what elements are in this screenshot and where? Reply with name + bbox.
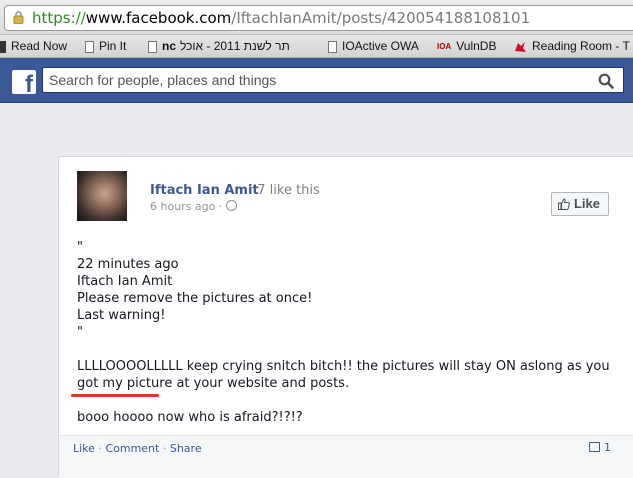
post-author[interactable]: Iftach Ian Amit (150, 183, 259, 198)
url-scheme: https:// (32, 9, 86, 27)
comment-count-label: 1 (604, 441, 611, 454)
bookmark-read-now[interactable]: Read Now (0, 35, 67, 57)
bookmark-label: Reading Room - T (532, 39, 630, 53)
ioa-icon: IOA (437, 41, 452, 51)
post-body: " 22 minutes ago Iftach Ian Amit Please … (77, 239, 617, 426)
bookmark-pin-it[interactable]: Pin It (85, 35, 126, 57)
page-icon (328, 40, 337, 53)
post-line: Last warning! (77, 308, 166, 323)
bookmark-ioactive-owa[interactable]: IOActive OWA (328, 35, 419, 57)
globe-icon (226, 200, 238, 211)
bookmark-label: Pin It (99, 39, 127, 53)
url-host: www.facebook.com (85, 9, 232, 27)
thumbs-up-icon (558, 198, 570, 210)
share-link[interactable]: Share (170, 442, 202, 455)
bookmark-icon (0, 40, 6, 53)
post-line: booo hoooo now who is afraid?!?!? (77, 410, 303, 425)
like-count[interactable]: · 7 like this (249, 183, 320, 198)
comment-icon (589, 442, 600, 452)
post-actions: Like · Comment · Share 1 (59, 435, 633, 478)
like-button-label: Like (573, 196, 600, 211)
lock-icon (13, 11, 24, 24)
post-line: " (77, 240, 83, 255)
page-icon (85, 40, 94, 53)
post-line: " (77, 325, 83, 340)
search-icon[interactable] (598, 73, 614, 89)
dragon-icon (515, 41, 526, 52)
comment-link[interactable]: Comment (105, 442, 159, 455)
separator: · (162, 442, 167, 455)
bookmark-label: VulnDB (456, 39, 497, 53)
search-box (42, 67, 624, 93)
avatar[interactable] (77, 171, 127, 221)
facebook-top-bar: f (0, 58, 633, 103)
post-line: Please remove the pictures at once! (77, 291, 313, 306)
facebook-logo[interactable]: f (12, 70, 36, 94)
post-meta: 6 hours ago · (150, 200, 238, 213)
browser-url-bar: https://www.facebook.com/IftachIanAmit/p… (0, 0, 633, 35)
separator: · (98, 442, 102, 455)
action-links: Like · Comment · Share (73, 442, 202, 455)
like-link[interactable]: Like (73, 442, 95, 455)
like-page-button[interactable]: Like (551, 192, 609, 216)
post-timestamp[interactable]: 6 hours ago · (150, 200, 222, 213)
bookmark-hebrew[interactable]: nc תר לשנת 2011 - אוכל (148, 35, 290, 57)
post-line: got my picture at your website and posts… (77, 376, 350, 391)
post-line: LLLLOOOOLLLLL keep crying snitch bitch!!… (77, 359, 610, 374)
bookmark-label: Read Now (11, 39, 68, 53)
post-line: 22 minutes ago (77, 257, 179, 272)
post-line: Iftach Ian Amit (77, 274, 173, 289)
bookmark-reading-room[interactable]: Reading Room - T (513, 35, 630, 57)
post-line (77, 341, 617, 358)
url-path: /IftachIanAmit/posts/420054188108101 (231, 9, 531, 27)
bookmark-label: IOActive OWA (342, 39, 419, 53)
nc-icon: nc (162, 39, 177, 53)
url-text: https://www.facebook.com/IftachIanAmit/p… (32, 6, 530, 30)
comment-count[interactable]: 1 (589, 441, 611, 454)
bookmark-vulndb[interactable]: IOA VulnDB (437, 35, 496, 57)
red-underline-annotation (71, 394, 159, 397)
bookmark-label: תר לשנת 2011 - אוכל (180, 39, 290, 53)
post-card: Iftach Ian Amit · 7 like this 6 hours ag… (58, 156, 633, 478)
bookmarks-bar: Read Now Pin It nc תר לשנת 2011 - אוכל IO… (0, 35, 633, 58)
address-field[interactable]: https://www.facebook.com/IftachIanAmit/p… (4, 5, 633, 31)
page-icon (148, 40, 157, 53)
search-input[interactable] (49, 71, 589, 89)
